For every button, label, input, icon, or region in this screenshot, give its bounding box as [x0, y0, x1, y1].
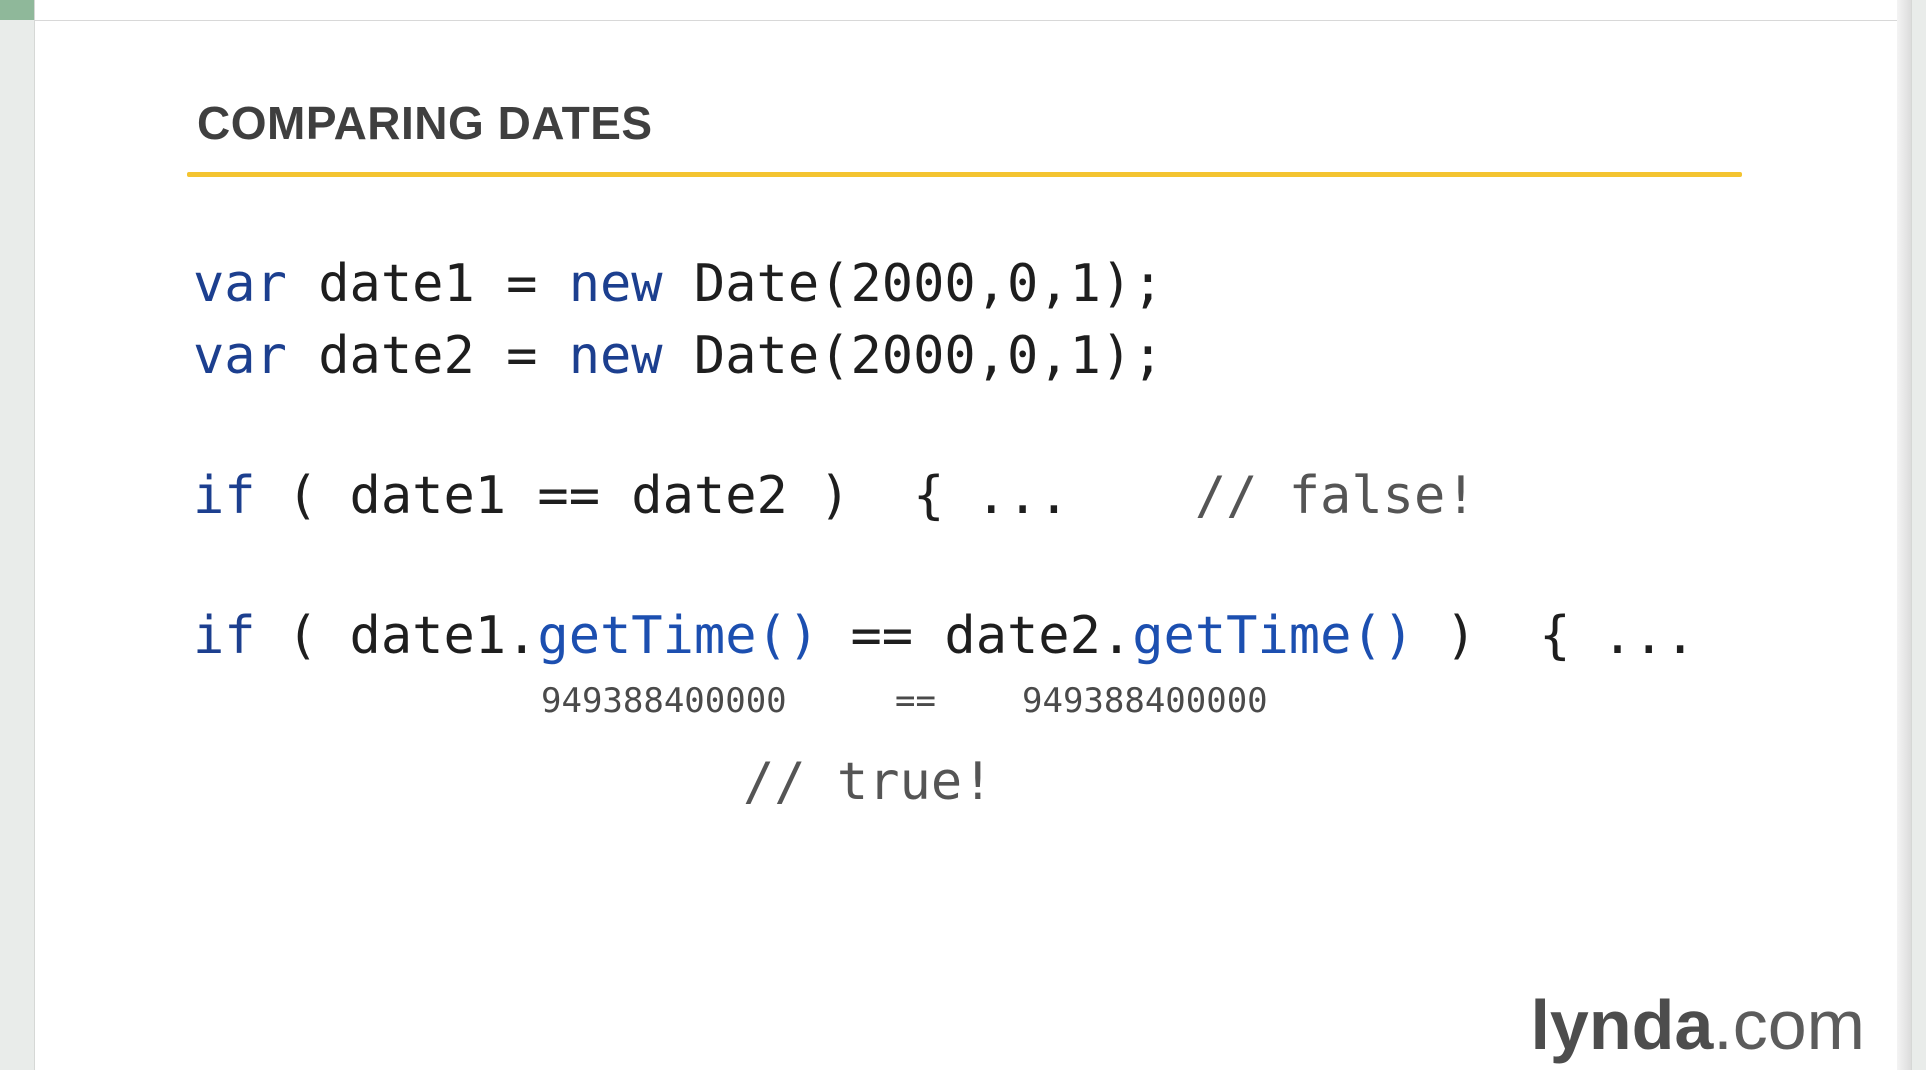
timestamp-left: 949388400000 — [541, 681, 787, 721]
code-text: ( date1. — [255, 606, 538, 666]
code-text: ( date1 == date2 ) { ... — [255, 466, 1195, 526]
slide-right-edge — [1897, 0, 1911, 1070]
lynda-logo: lynda.com — [1530, 990, 1865, 1060]
code-comment-false: // false! — [1194, 466, 1477, 526]
timestamp-right: 949388400000 — [1022, 681, 1268, 721]
logo-tld: .com — [1713, 986, 1865, 1064]
method-gettime: getTime() — [537, 606, 820, 666]
code-line-4: if ( date1.getTime() == date2.getTime() … — [193, 610, 1696, 662]
code-text: == date2. — [819, 606, 1133, 666]
keyword-new: new — [568, 326, 663, 386]
keyword-new: new — [568, 254, 663, 314]
title-underline — [187, 172, 1742, 177]
slide-title: COMPARING DATES — [197, 97, 653, 149]
code-text: Date(2000,0,1); — [662, 254, 1164, 314]
annotation-operator: == — [895, 681, 936, 721]
code-line-1: var date1 = new Date(2000,0,1); — [193, 258, 1164, 310]
video-frame: COMPARING DATES var date1 = new Date(200… — [0, 0, 1926, 1070]
logo-brand: lynda — [1530, 986, 1714, 1064]
code-text: Date(2000,0,1); — [662, 326, 1164, 386]
keyword-if: if — [193, 466, 256, 526]
code-text: ) { ... — [1414, 606, 1696, 666]
code-line-2: var date2 = new Date(2000,0,1); — [193, 330, 1164, 382]
code-line-3: if ( date1 == date2 ) { ... // false! — [193, 470, 1477, 522]
code-text: date2 = — [286, 326, 569, 386]
top-rule — [35, 20, 1911, 21]
keyword-if: if — [193, 606, 256, 666]
code-comment-true: // true! — [743, 752, 994, 812]
code-text: date1 = — [286, 254, 569, 314]
keyword-var: var — [193, 326, 287, 386]
slide: COMPARING DATES var date1 = new Date(200… — [34, 0, 1912, 1070]
keyword-var: var — [193, 254, 287, 314]
method-gettime: getTime() — [1132, 606, 1414, 666]
corner-accent — [0, 0, 34, 20]
